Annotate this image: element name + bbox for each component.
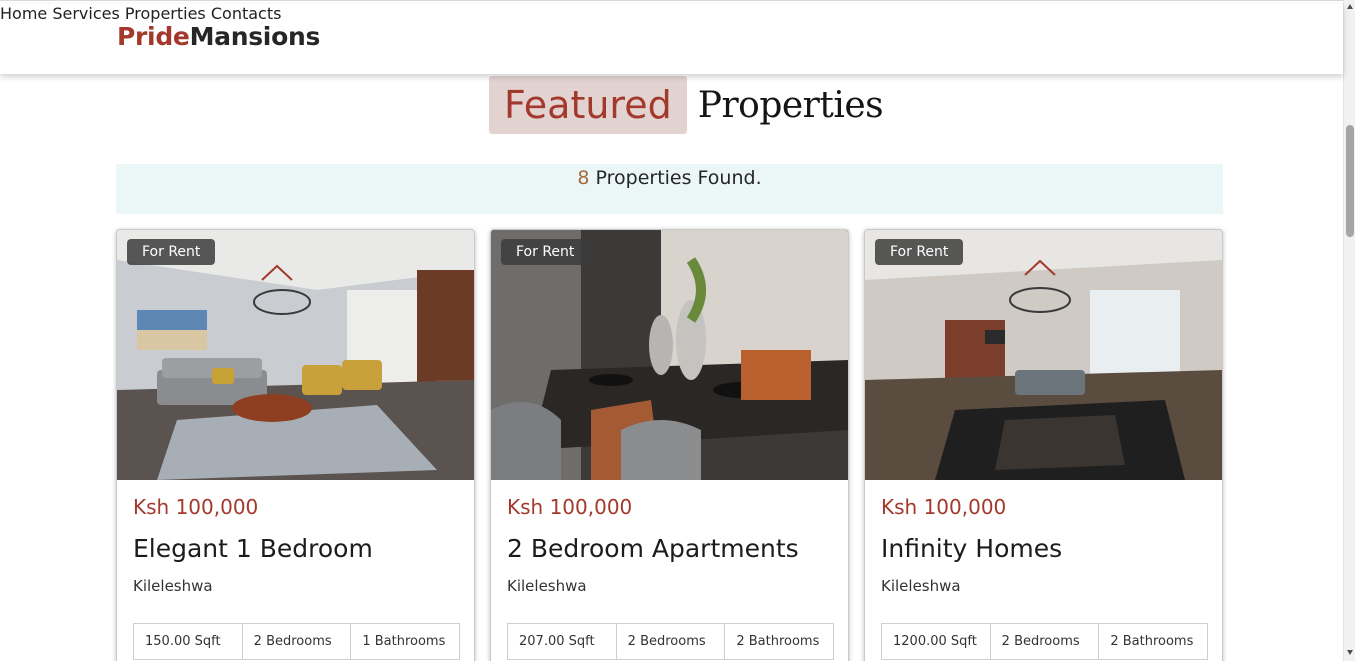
property-photo[interactable] xyxy=(117,230,474,480)
spec-bedrooms: 2 Bedrooms xyxy=(617,624,726,659)
spec-area: 1200.00 Sqft xyxy=(882,624,991,659)
property-photo[interactable] xyxy=(865,230,1222,480)
heading-highlight: Featured xyxy=(489,76,687,134)
property-specs: 1200.00 Sqft 2 Bedrooms 2 Bathrooms xyxy=(881,623,1208,660)
property-price: Ksh 100,000 xyxy=(507,495,633,519)
listing-type-badge: For Rent xyxy=(501,239,590,265)
property-title[interactable]: 2 Bedroom Apartments xyxy=(507,534,799,563)
property-title[interactable]: Elegant 1 Bedroom xyxy=(133,534,373,563)
spec-bathrooms: 2 Bathrooms xyxy=(736,634,820,649)
spec-bathrooms: 2 Bathrooms xyxy=(1110,634,1194,649)
open-plan-kitchen-photo xyxy=(865,230,1222,480)
property-card[interactable]: For Rent Ksh 100,000 2 Bedroom Apartment… xyxy=(490,229,849,661)
heading-rest: Properties xyxy=(697,84,884,126)
spec-bedrooms: 2 Bedrooms xyxy=(243,624,352,659)
brand-part2: Mansions xyxy=(189,22,321,51)
nav-home[interactable]: Home xyxy=(0,4,47,23)
nav-contacts[interactable]: Contacts xyxy=(211,4,282,23)
property-card[interactable]: For Rent Ksh 100,000 Elegant 1 Bedroom K… xyxy=(116,229,475,661)
scrollbar-thumb[interactable] xyxy=(1346,125,1354,237)
page-scrollbar[interactable] xyxy=(1343,0,1355,661)
property-location: Kileleshwa xyxy=(881,577,961,595)
spec-area: 150.00 Sqft xyxy=(134,624,243,659)
spec-bathrooms: 1 Bathrooms xyxy=(362,634,446,649)
dining-room-photo xyxy=(491,230,848,480)
property-photo[interactable] xyxy=(491,230,848,480)
results-count: 8 xyxy=(577,167,590,189)
listing-type-badge: For Rent xyxy=(875,239,964,265)
scroll-up-arrow-icon[interactable] xyxy=(1347,4,1353,9)
living-room-photo xyxy=(117,230,474,480)
scroll-down-arrow-icon[interactable] xyxy=(1347,650,1353,655)
property-location: Kileleshwa xyxy=(507,577,587,595)
section-heading: Featured Properties xyxy=(489,76,884,134)
listing-type-badge: For Rent xyxy=(127,239,216,265)
results-text: Properties Found. xyxy=(589,167,762,189)
results-count-bar: 8 Properties Found. xyxy=(116,164,1223,214)
property-title[interactable]: Infinity Homes xyxy=(881,534,1062,563)
brand-logo[interactable]: PrideMansions xyxy=(117,22,320,51)
property-location: Kileleshwa xyxy=(133,577,213,595)
brand-part1: Pride xyxy=(117,22,190,51)
property-specs: 150.00 Sqft 2 Bedrooms 1 Bathrooms xyxy=(133,623,460,660)
property-card[interactable]: For Rent Ksh 100,000 Infinity Homes Kile… xyxy=(864,229,1223,661)
nav-services[interactable]: Services xyxy=(52,4,119,23)
property-specs: 207.00 Sqft 2 Bedrooms 2 Bathrooms xyxy=(507,623,834,660)
property-price: Ksh 100,000 xyxy=(133,495,259,519)
nav-properties[interactable]: Properties xyxy=(125,4,206,23)
spec-bedrooms: 2 Bedrooms xyxy=(991,624,1100,659)
property-price: Ksh 100,000 xyxy=(881,495,1007,519)
navbar: PrideMansions Home Services Properties C… xyxy=(0,4,1343,74)
spec-area: 207.00 Sqft xyxy=(508,624,617,659)
